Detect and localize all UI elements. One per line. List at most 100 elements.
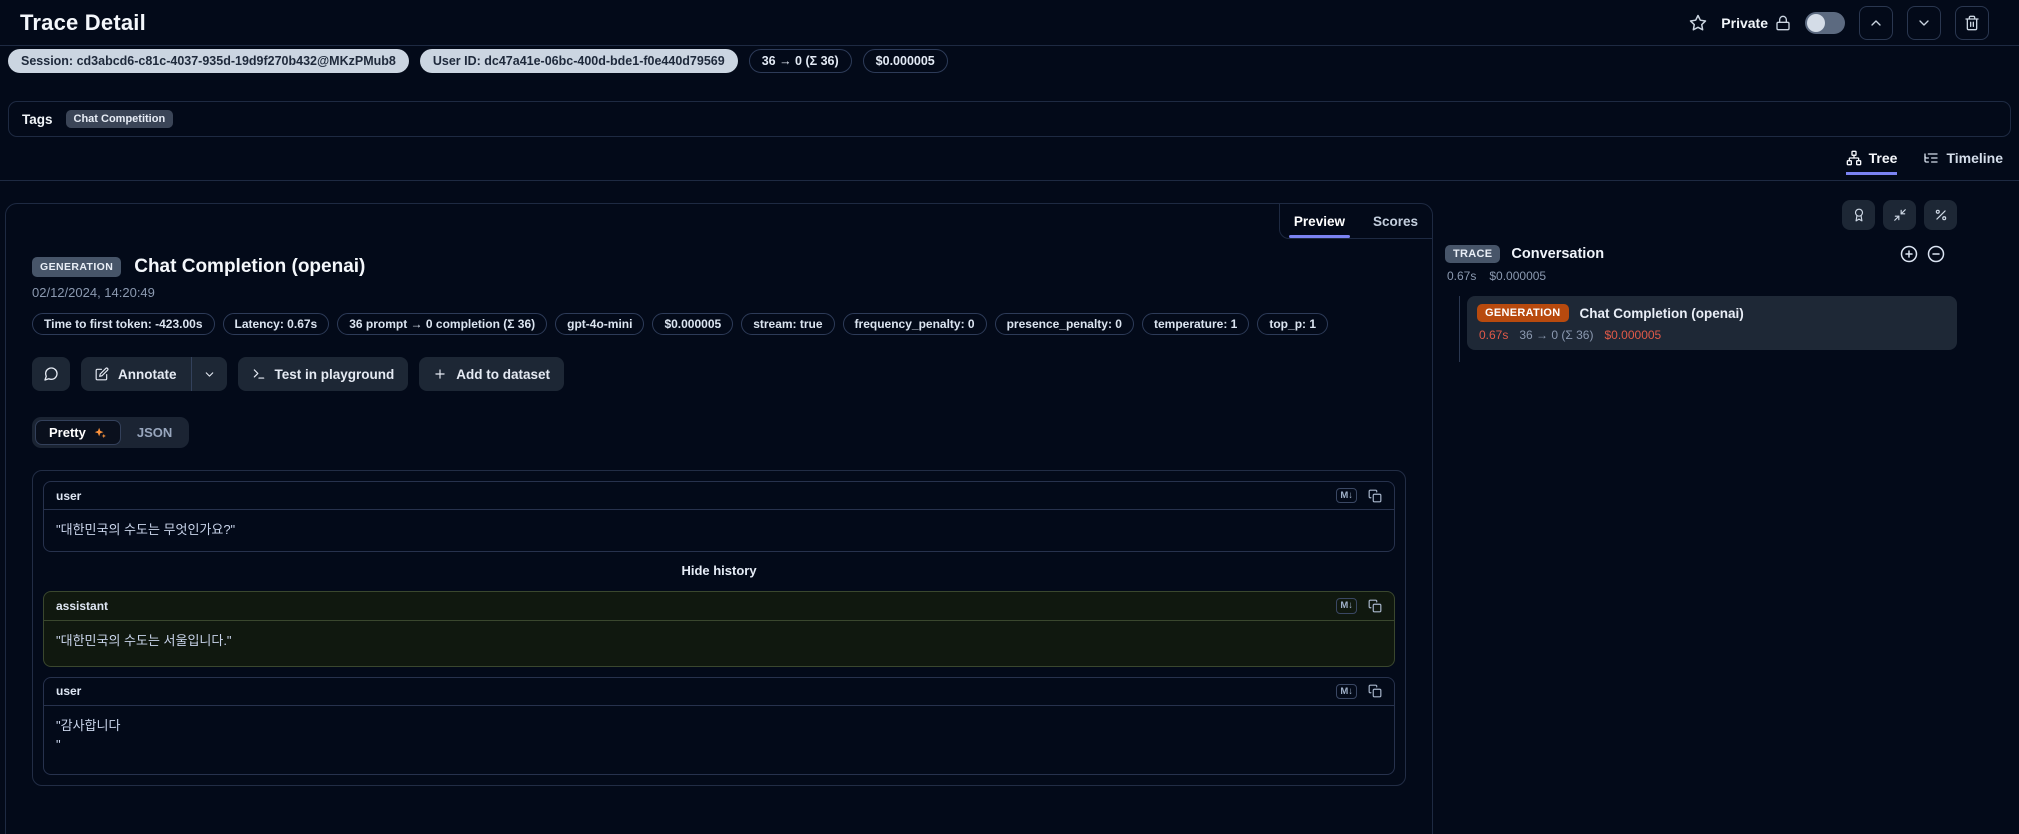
observation-actions: Annotate Test in playground Add to datas… bbox=[32, 357, 1406, 391]
trace-tree-sidebar: TRACE Conversation 0.67s $0.000005 GENER… bbox=[1445, 200, 1957, 362]
add-to-dataset-button[interactable]: Add to dataset bbox=[419, 357, 565, 391]
tab-scores[interactable]: Scores bbox=[1359, 204, 1432, 238]
generation-type-badge: GENERATION bbox=[1477, 304, 1569, 322]
message-role: assistant bbox=[56, 599, 109, 614]
sparkles-icon bbox=[94, 427, 106, 438]
trace-cost: $0.000005 bbox=[1489, 269, 1547, 283]
trace-type-badge: TRACE bbox=[1445, 245, 1501, 263]
message-header: user M↓ bbox=[44, 678, 1394, 707]
collapse-all-icon[interactable] bbox=[1927, 245, 1945, 263]
trace-detail-page: Trace Detail Private Session: cd3abcd6-c… bbox=[0, 0, 2019, 834]
observation-title: Chat Completion (openai) bbox=[134, 256, 366, 277]
timeline-list-icon bbox=[1924, 153, 1939, 163]
tree-network-icon bbox=[1846, 150, 1861, 166]
privacy-label: Private bbox=[1721, 14, 1768, 31]
header-actions: Private bbox=[1689, 5, 1989, 40]
annotate-button[interactable]: Annotate bbox=[81, 357, 191, 391]
comment-button[interactable] bbox=[32, 357, 70, 391]
metric-pill: Latency: 0.67s bbox=[222, 313, 330, 335]
percent-icon bbox=[1935, 209, 1946, 221]
markdown-toggle-icon[interactable]: M↓ bbox=[1336, 683, 1357, 700]
terminal-icon bbox=[253, 369, 264, 379]
message-role: user bbox=[56, 488, 82, 503]
message-header: user M↓ bbox=[44, 482, 1394, 511]
tab-tree[interactable]: Tree bbox=[1846, 150, 1897, 175]
markdown-toggle-icon[interactable]: M↓ bbox=[1336, 598, 1357, 614]
generation-node-selected[interactable]: GENERATION Chat Completion (openai) 0.67… bbox=[1467, 296, 1957, 350]
tab-timeline[interactable]: Timeline bbox=[1923, 150, 2003, 175]
message-header-icons: M↓ bbox=[1336, 683, 1382, 700]
generation-node-header: GENERATION Chat Completion (openai) bbox=[1477, 304, 1947, 322]
plus-icon bbox=[435, 369, 445, 379]
metrics-percent-button[interactable] bbox=[1924, 200, 1957, 230]
test-in-playground-button[interactable]: Test in playground bbox=[237, 357, 409, 391]
delete-trace-button[interactable] bbox=[1955, 5, 1989, 40]
trace-latency: 0.67s bbox=[1447, 269, 1477, 283]
tags-label: Tags bbox=[22, 111, 53, 127]
sidebar-actions bbox=[1445, 200, 1957, 230]
tags-section: Tags Chat Competition bbox=[8, 101, 2011, 137]
copy-icon[interactable] bbox=[1368, 489, 1382, 503]
divider bbox=[0, 180, 2019, 181]
message-content: "대한민국의 수도는 무엇인가요?" bbox=[56, 522, 236, 538]
tab-json[interactable]: JSON bbox=[123, 420, 186, 445]
chat-bubble-icon bbox=[44, 367, 58, 381]
metric-pill: temperature: 1 bbox=[1141, 313, 1250, 335]
metric-pill: $0.000005 bbox=[652, 313, 734, 335]
edit-pen-icon bbox=[95, 367, 109, 381]
award-icon bbox=[1854, 208, 1863, 222]
preview-scores-tabs: Preview Scores bbox=[1278, 204, 1432, 239]
page-header: Trace Detail Private bbox=[0, 0, 2019, 46]
tab-pretty[interactable]: Pretty bbox=[35, 420, 121, 445]
minimize-icon bbox=[1893, 209, 1906, 221]
total-cost-badge: $0.000005 bbox=[862, 49, 948, 73]
chevron-down-icon bbox=[205, 371, 213, 377]
token-usage-badge: 36 → 0 (Σ 36) bbox=[748, 49, 852, 73]
message-header: assistant M↓ bbox=[44, 592, 1394, 621]
observation-title-row: GENERATION Chat Completion (openai) bbox=[32, 256, 1406, 278]
copy-icon[interactable] bbox=[1368, 684, 1382, 698]
json-label: JSON bbox=[136, 425, 173, 440]
metric-pill: gpt-4o-mini bbox=[555, 313, 645, 335]
hide-history-button[interactable]: Hide history bbox=[43, 552, 1395, 591]
tree-expand-controls bbox=[1900, 245, 1945, 263]
trace-meta-badges: Session: cd3abcd6-c81c-4037-935d-19d9f27… bbox=[8, 49, 948, 73]
annotate-dropdown-button[interactable] bbox=[191, 357, 227, 391]
bookmark-star-icon[interactable] bbox=[1689, 14, 1707, 32]
scores-award-button[interactable] bbox=[1842, 200, 1875, 230]
tag-chip[interactable]: Chat Competition bbox=[65, 110, 174, 128]
annotate-split-button: Annotate bbox=[81, 357, 227, 391]
tab-preview[interactable]: Preview bbox=[1280, 204, 1359, 238]
next-trace-button[interactable] bbox=[1907, 5, 1941, 40]
markdown-toggle-icon[interactable]: M↓ bbox=[1336, 488, 1357, 504]
playground-label: Test in playground bbox=[274, 366, 395, 382]
previous-trace-button[interactable] bbox=[1859, 5, 1893, 40]
trace-stats: 0.67s $0.000005 bbox=[1445, 269, 1957, 283]
message-header-icons: M↓ bbox=[1336, 488, 1382, 504]
trace-node[interactable]: TRACE Conversation bbox=[1445, 245, 1957, 263]
public-sharing-toggle[interactable] bbox=[1805, 11, 1845, 34]
metric-pills: Time to first token: -423.00s Latency: 0… bbox=[32, 313, 1372, 335]
session-badge[interactable]: Session: cd3abcd6-c81c-4037-935d-19d9f27… bbox=[8, 49, 409, 73]
tab-timeline-label: Timeline bbox=[1946, 150, 2003, 166]
expand-all-icon[interactable] bbox=[1900, 245, 1918, 263]
page-title: Trace Detail bbox=[20, 9, 146, 35]
message-content: "대한민국의 수도는 서울입니다." bbox=[56, 632, 232, 648]
toggle-knob bbox=[1807, 13, 1825, 32]
trace-title: Conversation bbox=[1511, 246, 1605, 262]
metric-pill: top_p: 1 bbox=[1257, 313, 1329, 335]
observation-panel: Preview Scores GENERATION Chat Completio… bbox=[5, 203, 1433, 834]
message-user-2: user M↓ "감사합니다 " bbox=[43, 676, 1395, 775]
observation-type-badge: GENERATION bbox=[32, 257, 122, 277]
collapse-tree-button[interactable] bbox=[1883, 200, 1916, 230]
add-to-dataset-label: Add to dataset bbox=[456, 366, 551, 382]
message-role: user bbox=[56, 684, 82, 699]
lock-icon bbox=[1775, 15, 1791, 31]
privacy-status: Private bbox=[1721, 15, 1791, 31]
user-id-badge[interactable]: User ID: dc47a41e-06bc-400d-bde1-f0e440d… bbox=[419, 49, 738, 73]
metric-pill: stream: true bbox=[741, 313, 835, 335]
generation-cost: $0.000005 bbox=[1604, 328, 1662, 342]
generation-stats: 0.67s 36 → 0 (Σ 36) $0.000005 bbox=[1477, 328, 1947, 342]
generation-latency: 0.67s bbox=[1479, 328, 1509, 342]
copy-icon[interactable] bbox=[1368, 599, 1382, 613]
